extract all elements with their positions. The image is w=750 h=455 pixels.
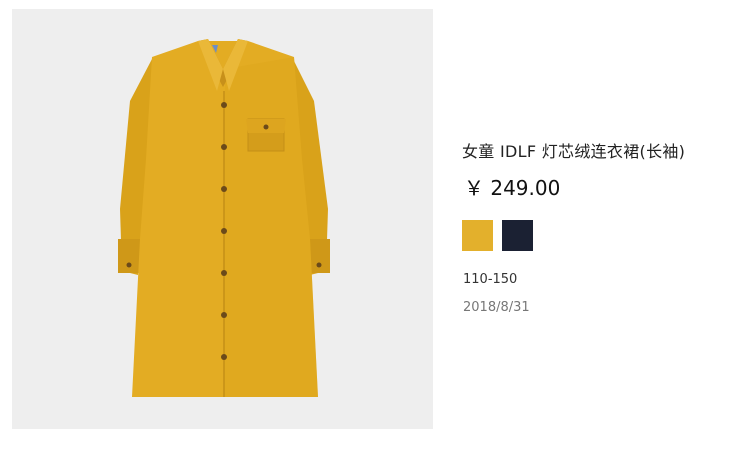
product-image[interactable] <box>12 9 433 429</box>
dress-illustration <box>118 39 330 397</box>
color-swatch-navy[interactable] <box>502 220 533 251</box>
product-title[interactable]: 女童 IDLF 灯芯绒连衣裙(长袖) <box>462 138 685 162</box>
size-range: 110-150 <box>463 272 518 287</box>
release-date: 2018/8/31 <box>463 300 530 315</box>
color-swatch-yellow[interactable] <box>462 220 493 251</box>
color-swatches <box>462 220 533 251</box>
product-price: ￥ 249.00 <box>464 176 561 200</box>
